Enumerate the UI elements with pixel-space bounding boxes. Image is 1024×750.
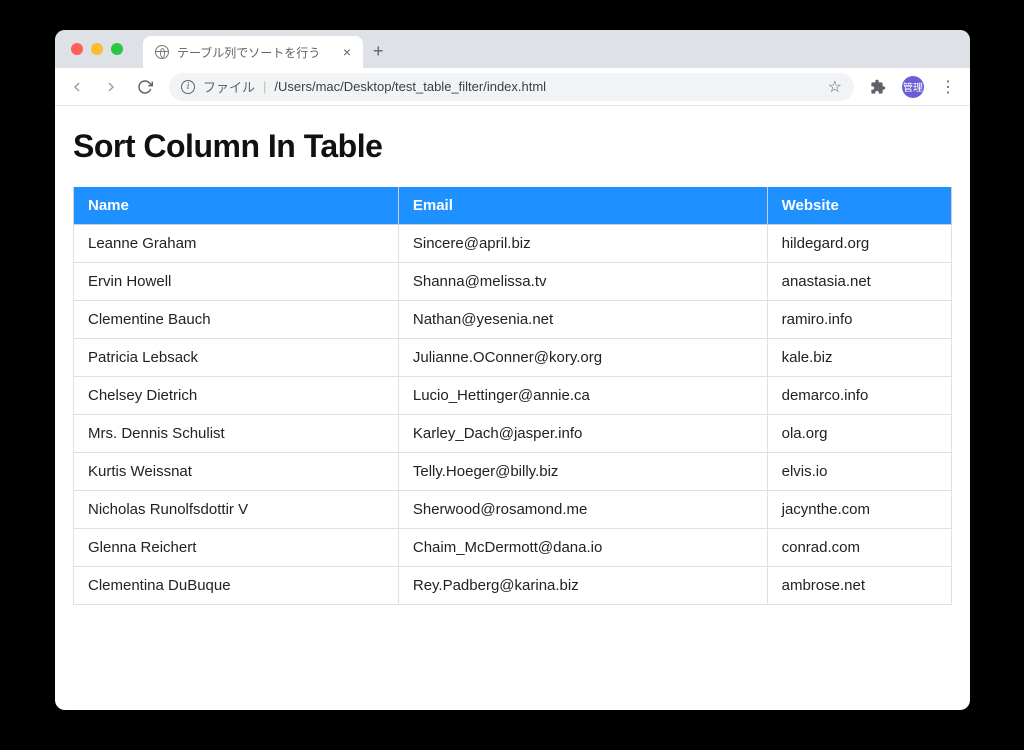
forward-button[interactable] — [97, 73, 125, 101]
maximize-window-button[interactable] — [111, 43, 123, 55]
new-tab-button[interactable]: + — [373, 41, 384, 62]
cell-website: kale.biz — [767, 339, 951, 377]
cell-email: Shanna@melissa.tv — [398, 263, 767, 301]
cell-email: Julianne.OConner@kory.org — [398, 339, 767, 377]
url-path: /Users/mac/Desktop/test_table_filter/ind… — [274, 79, 546, 94]
menu-button[interactable]: ⋮ — [934, 73, 962, 101]
column-header-email[interactable]: Email — [398, 187, 767, 225]
table-row: Kurtis WeissnatTelly.Hoeger@billy.bizelv… — [74, 453, 952, 491]
browser-tab[interactable]: テーブル列でソートを行う × — [143, 36, 363, 68]
table-row: Patricia LebsackJulianne.OConner@kory.or… — [74, 339, 952, 377]
cell-email: Sherwood@rosamond.me — [398, 491, 767, 529]
cell-email: Karley_Dach@jasper.info — [398, 415, 767, 453]
cell-name: Ervin Howell — [74, 263, 399, 301]
cell-website: elvis.io — [767, 453, 951, 491]
cell-name: Clementine Bauch — [74, 301, 399, 339]
table-row: Leanne GrahamSincere@april.bizhildegard.… — [74, 225, 952, 263]
table-row: Clementina DuBuqueRey.Padberg@karina.biz… — [74, 567, 952, 605]
cell-name: Clementina DuBuque — [74, 567, 399, 605]
page-content: Sort Column In Table Name Email Website … — [55, 106, 970, 710]
cell-name: Nicholas Runolfsdottir V — [74, 491, 399, 529]
cell-website: anastasia.net — [767, 263, 951, 301]
cell-email: Telly.Hoeger@billy.biz — [398, 453, 767, 491]
url-input[interactable]: i ファイル | /Users/mac/Desktop/test_table_f… — [169, 73, 854, 101]
bookmark-star-icon[interactable]: ☆ — [828, 77, 842, 97]
url-scheme-label: ファイル — [203, 77, 255, 96]
cell-name: Mrs. Dennis Schulist — [74, 415, 399, 453]
cell-email: Lucio_Hettinger@annie.ca — [398, 377, 767, 415]
table-row: Mrs. Dennis SchulistKarley_Dach@jasper.i… — [74, 415, 952, 453]
cell-email: Chaim_McDermott@dana.io — [398, 529, 767, 567]
cell-name: Chelsey Dietrich — [74, 377, 399, 415]
profile-avatar[interactable]: 管理 — [902, 76, 924, 98]
table-row: Clementine BauchNathan@yesenia.netramiro… — [74, 301, 952, 339]
table-row: Chelsey DietrichLucio_Hettinger@annie.ca… — [74, 377, 952, 415]
cell-name: Kurtis Weissnat — [74, 453, 399, 491]
globe-icon — [155, 45, 169, 59]
tab-title: テーブル列でソートを行う — [177, 44, 335, 61]
extensions-icon[interactable] — [864, 73, 892, 101]
cell-name: Leanne Graham — [74, 225, 399, 263]
cell-email: Nathan@yesenia.net — [398, 301, 767, 339]
table-row: Ervin HowellShanna@melissa.tvanastasia.n… — [74, 263, 952, 301]
reload-button[interactable] — [131, 73, 159, 101]
address-bar: i ファイル | /Users/mac/Desktop/test_table_f… — [55, 68, 970, 106]
cell-website: conrad.com — [767, 529, 951, 567]
column-header-website[interactable]: Website — [767, 187, 951, 225]
browser-window: テーブル列でソートを行う × + i ファイル | /Users/mac/Des… — [55, 30, 970, 710]
cell-website: jacynthe.com — [767, 491, 951, 529]
column-header-name[interactable]: Name — [74, 187, 399, 225]
minimize-window-button[interactable] — [91, 43, 103, 55]
cell-name: Patricia Lebsack — [74, 339, 399, 377]
cell-email: Sincere@april.biz — [398, 225, 767, 263]
table-row: Glenna ReichertChaim_McDermott@dana.ioco… — [74, 529, 952, 567]
info-icon[interactable]: i — [181, 80, 195, 94]
cell-name: Glenna Reichert — [74, 529, 399, 567]
cell-website: ambrose.net — [767, 567, 951, 605]
cell-website: demarco.info — [767, 377, 951, 415]
cell-email: Rey.Padberg@karina.biz — [398, 567, 767, 605]
close-tab-button[interactable]: × — [343, 44, 351, 60]
page-title: Sort Column In Table — [73, 128, 952, 165]
url-separator: | — [263, 79, 266, 94]
window-controls — [71, 43, 123, 55]
tab-strip: テーブル列でソートを行う × + — [55, 30, 970, 68]
close-window-button[interactable] — [71, 43, 83, 55]
data-table: Name Email Website Leanne GrahamSincere@… — [73, 187, 952, 605]
cell-website: ola.org — [767, 415, 951, 453]
cell-website: hildegard.org — [767, 225, 951, 263]
cell-website: ramiro.info — [767, 301, 951, 339]
table-row: Nicholas Runolfsdottir VSherwood@rosamon… — [74, 491, 952, 529]
back-button[interactable] — [63, 73, 91, 101]
